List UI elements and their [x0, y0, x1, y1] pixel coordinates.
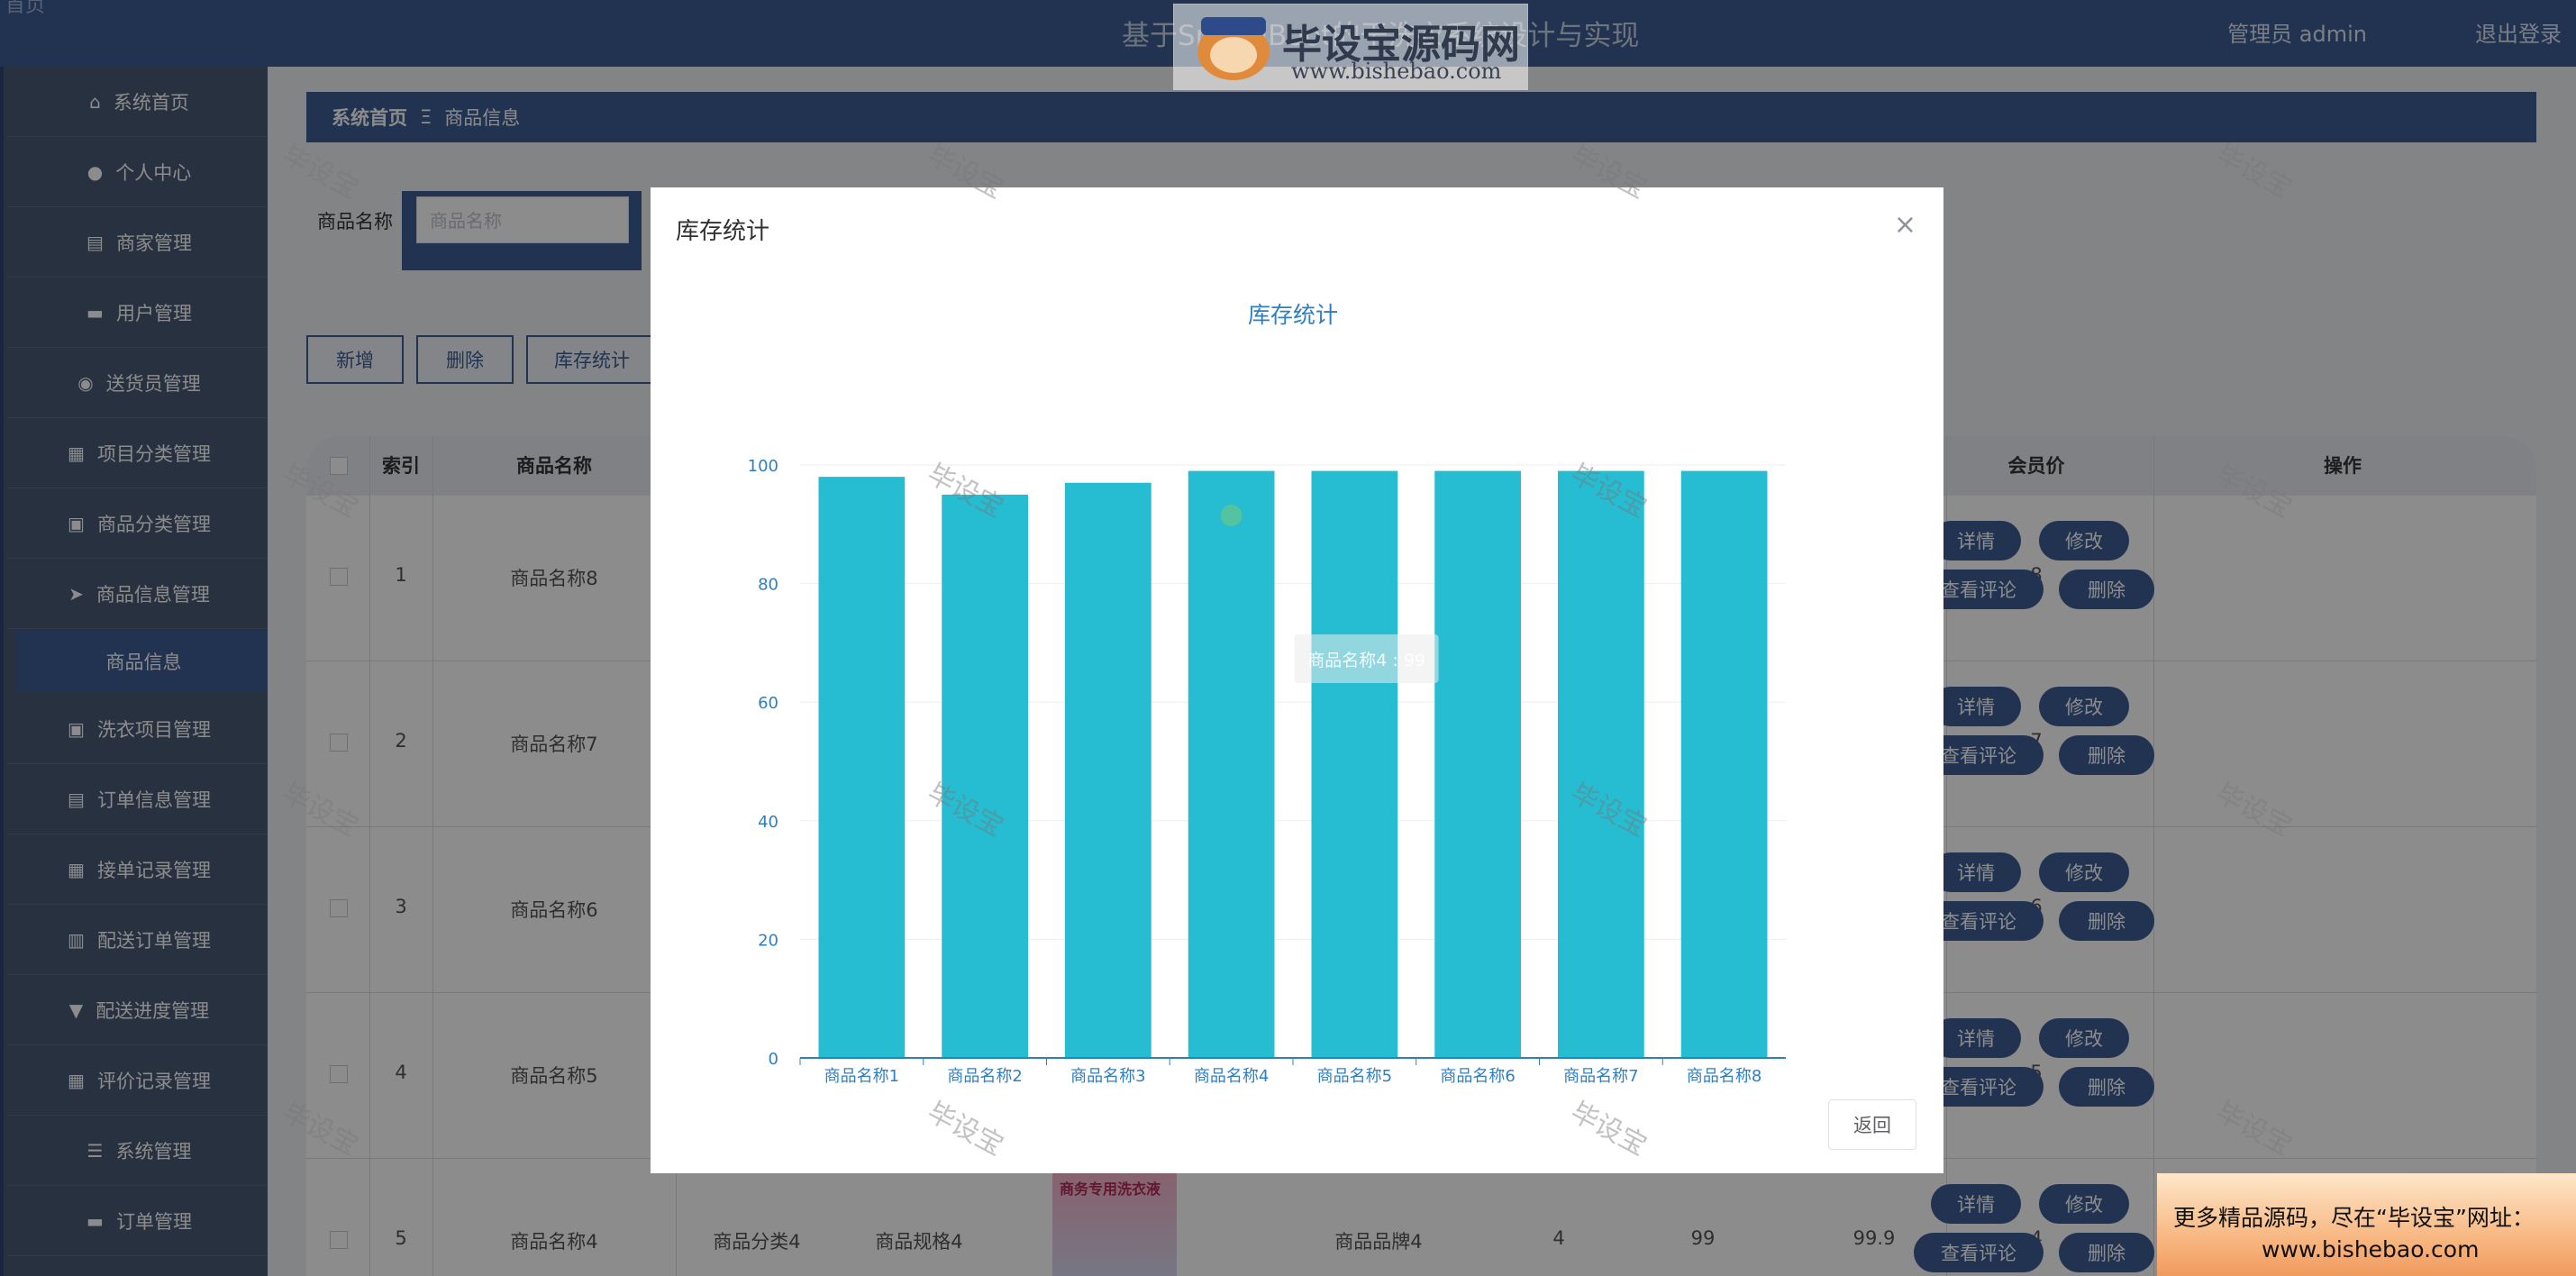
y-tick-label: 40	[758, 813, 778, 832]
y-tick-label: 0	[769, 1050, 778, 1069]
chart-bar[interactable]	[1188, 470, 1275, 1058]
x-tick-label: 商品名称2	[947, 1067, 1022, 1086]
stock-stats-dialog: 库存统计 × 库存统计 0 20 40 60 80 100 商品名称1 商品名称2 商品名称3 商品…	[651, 187, 1943, 1173]
y-tick-label: 60	[758, 694, 778, 713]
x-tick-label: 商品名称4	[1194, 1067, 1269, 1086]
chart-tooltip-text: 商品名称4 : 99	[1307, 651, 1425, 670]
watermark-url: www.bishebao.com	[1291, 59, 1502, 84]
chart-bar[interactable]	[1311, 470, 1398, 1058]
back-button[interactable]: 返回	[1828, 1099, 1916, 1150]
promo-line1: 更多精品源码，尽在“毕设宝”网址：	[2173, 1205, 2535, 1231]
stock-bar-chart: 库存统计 0 20 40 60 80 100 商品名称1 商品名称2 商品名称3 商品名称4 商品名称…	[748, 302, 1786, 1086]
x-tick-label: 商品名称1	[824, 1067, 899, 1086]
cursor-hand-icon	[1220, 505, 1242, 526]
chart-bar[interactable]	[1434, 470, 1521, 1058]
promo-line2: www.bishebao.com	[2262, 1236, 2480, 1262]
promo-banner[interactable]: 更多精品源码，尽在“毕设宝”网址： www.bishebao.com	[2157, 1173, 2576, 1276]
y-tick-label: 100	[748, 457, 778, 476]
x-tick-label: 商品名称6	[1440, 1067, 1515, 1086]
x-tick-label: 商品名称7	[1563, 1067, 1638, 1086]
watermark-logo-icon	[1197, 17, 1270, 80]
x-tick-label: 商品名称5	[1317, 1067, 1392, 1086]
watermark-banner: 毕设宝源码网 www.bishebao.com	[1173, 4, 1528, 90]
chart-title: 库存统计	[1248, 302, 1338, 328]
x-tick-label: 商品名称3	[1070, 1067, 1145, 1086]
y-tick-label: 80	[758, 576, 778, 595]
close-icon[interactable]: ×	[1894, 209, 1916, 241]
y-tick-label: 20	[758, 931, 778, 950]
x-tick-label: 商品名称8	[1687, 1067, 1761, 1086]
chart-bar[interactable]	[942, 494, 1028, 1058]
chart-bar[interactable]	[1680, 470, 1768, 1058]
chart-bar[interactable]	[818, 477, 906, 1058]
dialog-title: 库存统计	[676, 218, 770, 245]
chart-bar[interactable]	[1558, 470, 1644, 1058]
chart-bar[interactable]	[1065, 482, 1151, 1058]
